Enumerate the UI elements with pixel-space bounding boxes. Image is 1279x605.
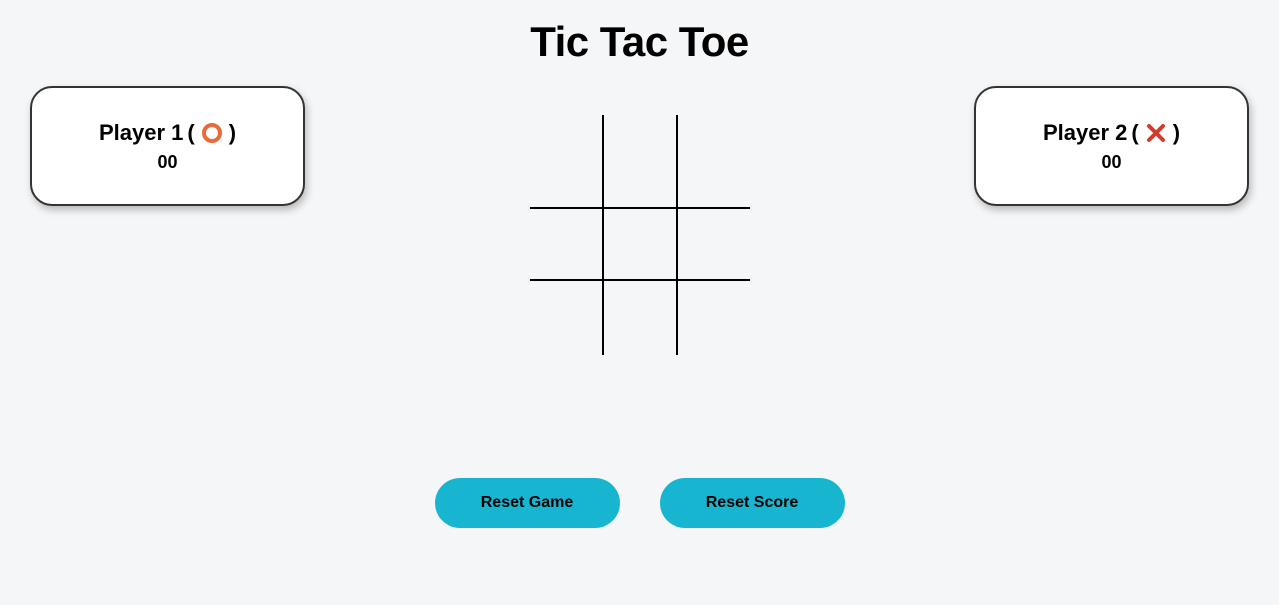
circle-o-icon — [201, 122, 223, 144]
cross-x-icon — [1145, 122, 1167, 144]
player1-card: Player 1 ( ) 00 — [30, 86, 305, 206]
board-cell-1-1[interactable] — [603, 195, 676, 275]
board-cell-0-2[interactable] — [676, 115, 749, 195]
reset-score-button[interactable]: Reset Score — [660, 478, 845, 528]
board-cell-0-1[interactable] — [603, 115, 676, 195]
board-cell-1-0[interactable] — [530, 195, 603, 275]
board-cell-2-1[interactable] — [603, 275, 676, 355]
player1-label-row: Player 1 ( ) — [99, 120, 236, 146]
player2-label-row: Player 2 ( ) — [1043, 120, 1180, 146]
board-cell-1-2[interactable] — [676, 195, 749, 275]
player2-score: 00 — [1101, 152, 1121, 173]
board-cell-2-0[interactable] — [530, 275, 603, 355]
player2-card: Player 2 ( ) 00 — [974, 86, 1249, 206]
reset-game-button[interactable]: Reset Game — [435, 478, 620, 528]
open-paren: ( — [1131, 120, 1138, 146]
open-paren: ( — [187, 120, 194, 146]
player1-score: 00 — [157, 152, 177, 173]
player2-label: Player 2 — [1043, 120, 1127, 146]
button-row: Reset Game Reset Score — [435, 478, 845, 528]
board-cell-2-2[interactable] — [676, 275, 749, 355]
close-paren: ) — [229, 120, 236, 146]
board-cell-0-0[interactable] — [530, 115, 603, 195]
close-paren: ) — [1173, 120, 1180, 146]
game-title: Tic Tac Toe — [0, 0, 1279, 66]
player1-label: Player 1 — [99, 120, 183, 146]
game-board — [530, 115, 750, 355]
